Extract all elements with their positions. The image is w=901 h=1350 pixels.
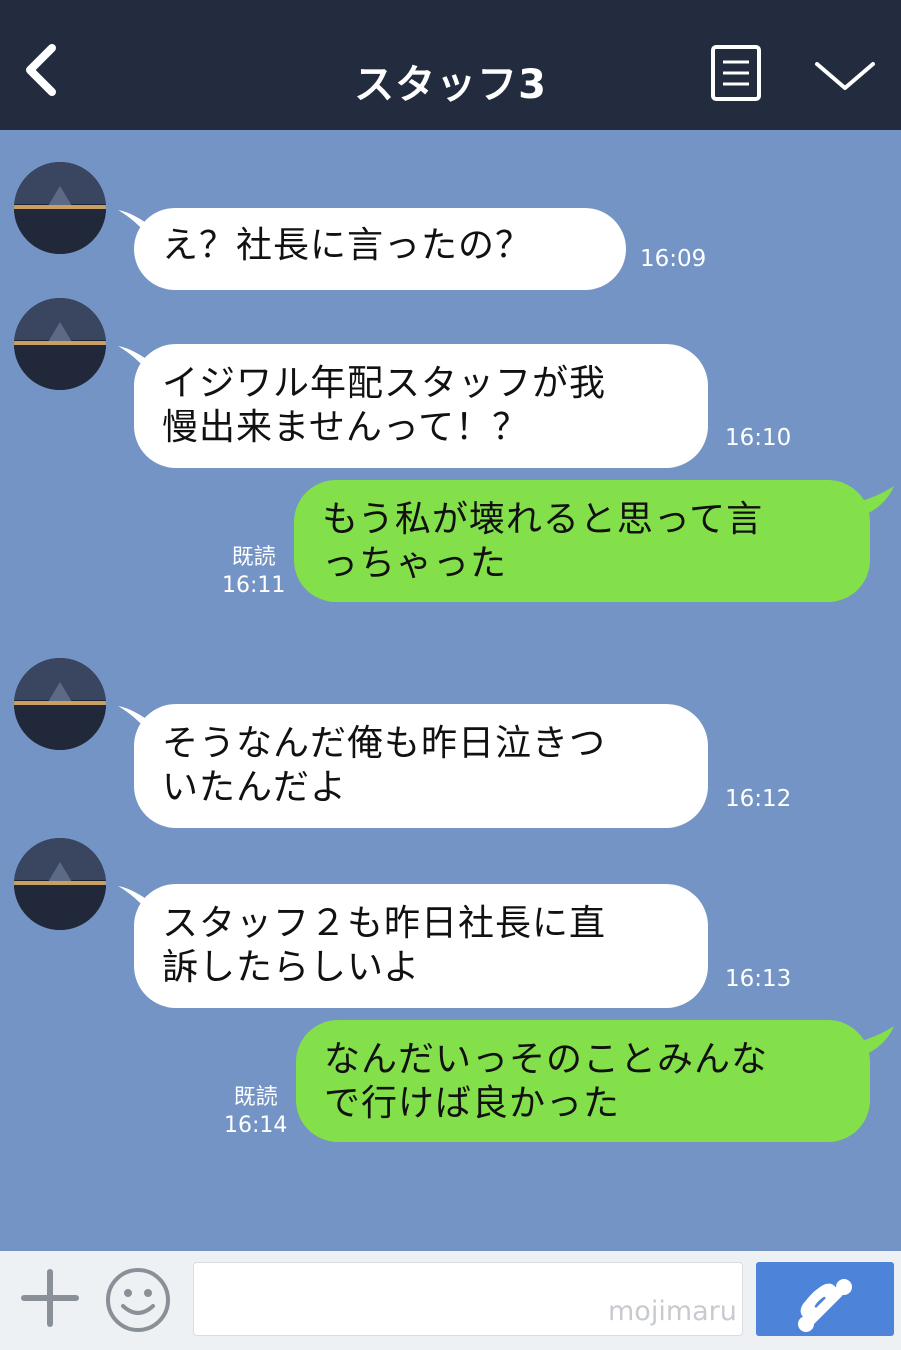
bubble-tail [850, 1026, 894, 1058]
read-label: 既読 [233, 1085, 278, 1110]
watermark: mojimaru [608, 1296, 737, 1327]
incoming-message: え？社長に言ったの？ [134, 208, 626, 290]
add-button[interactable] [20, 1268, 80, 1328]
avatar[interactable] [14, 298, 106, 390]
call-button[interactable] [756, 1262, 894, 1336]
message-time: 16:09 [640, 246, 707, 272]
plus-icon [21, 1269, 79, 1327]
message-time: 16:10 [725, 425, 792, 451]
outgoing-message: もう私が壊れると思って言 っちゃった [294, 480, 870, 602]
chat-screen: スタッフ3 え？社長に言ったの？ 16:09 イジワル年配スタッフが我 慢出来ま… [0, 0, 901, 1350]
message-time: 16:12 [725, 786, 792, 812]
incoming-message: イジワル年配スタッフが我 慢出来ませんって！？ [134, 344, 708, 468]
header-bar: スタッフ3 [0, 0, 901, 130]
incoming-message: そうなんだ俺も昨日泣きつ いたんだよ [134, 704, 708, 828]
read-receipt: 既読 16:11 [222, 544, 285, 600]
message-time: 16:13 [725, 966, 792, 992]
phone-icon [798, 1279, 852, 1332]
landscape-avatar-icon [14, 162, 106, 254]
emoji-button[interactable] [104, 1266, 172, 1334]
landscape-avatar-icon [14, 658, 106, 750]
avatar[interactable] [14, 838, 106, 930]
collapse-button[interactable] [812, 52, 878, 96]
landscape-avatar-icon [14, 298, 106, 390]
message-time: 16:11 [222, 573, 286, 598]
bubble-tail [850, 486, 894, 518]
read-label: 既読 [231, 545, 276, 570]
incoming-message: スタッフ２も昨日社長に直 訴したらしいよ [134, 884, 708, 1008]
outgoing-message: なんだいっそのことみんな で行けば良かった [296, 1020, 870, 1142]
chat-title: スタッフ3 [354, 62, 547, 108]
message-time: 16:14 [224, 1113, 288, 1138]
list-icon [711, 45, 761, 101]
smiley-icon [106, 1268, 170, 1332]
read-receipt: 既読 16:14 [224, 1084, 287, 1140]
avatar[interactable] [14, 658, 106, 750]
menu-button[interactable] [710, 44, 762, 102]
chevron-down-icon [815, 62, 875, 90]
avatar[interactable] [14, 162, 106, 254]
landscape-avatar-icon [14, 838, 106, 930]
